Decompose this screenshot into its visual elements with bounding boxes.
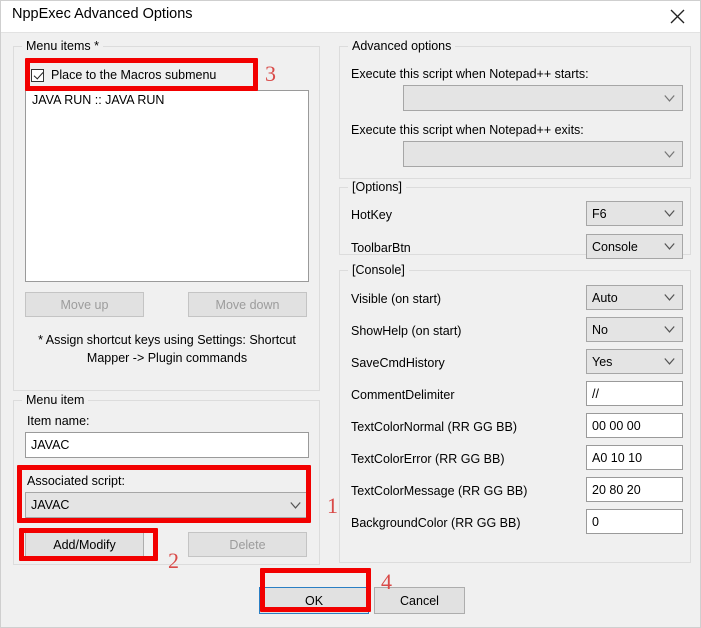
item-name-input[interactable]: JAVAC: [25, 432, 309, 458]
commentdelimiter-input[interactable]: //: [586, 381, 683, 406]
item-name-label: Item name:: [27, 414, 90, 428]
textcolormessage-label: TextColorMessage (RR GG BB): [351, 484, 528, 498]
ok-button-label: OK: [304, 593, 324, 608]
shortcut-hint-line-2: Mapper -> Plugin commands: [86, 351, 248, 365]
showhelp-on-start-combobox[interactable]: No: [586, 317, 683, 342]
menu-item-group-legend: Menu item: [22, 393, 89, 407]
nppexec-advanced-options-dialog: NppExec Advanced Options Menu items * Pl…: [0, 0, 701, 628]
chevron-down-icon: [664, 356, 675, 367]
backgroundcolor-value: 0: [592, 514, 599, 529]
move-down-button-label: Move down: [215, 297, 280, 312]
menu-items-group-legend: Menu items *: [22, 39, 103, 53]
on-start-script-combobox[interactable]: [403, 85, 683, 111]
textcolornormal-input[interactable]: 00 00 00: [586, 413, 683, 438]
ok-button[interactable]: OK: [259, 587, 369, 614]
textcolorerror-value: A0 10 10: [592, 450, 643, 465]
delete-button[interactable]: Delete: [188, 532, 307, 557]
cancel-button-label: Cancel: [400, 593, 439, 608]
add-modify-button[interactable]: Add/Modify: [25, 532, 144, 557]
on-exit-label: Execute this script when Notepad++ exits…: [351, 123, 584, 137]
savecmdhistory-label: SaveCmdHistory: [351, 356, 445, 370]
move-up-button-label: Move up: [60, 297, 109, 312]
console-group-legend: [Console]: [348, 263, 409, 277]
chevron-down-icon: [664, 292, 675, 303]
associated-script-label: Associated script:: [27, 474, 125, 488]
associated-script-combobox[interactable]: JAVAC: [25, 492, 309, 518]
title-bar: NppExec Advanced Options: [1, 1, 700, 32]
textcolorerror-input[interactable]: A0 10 10: [586, 445, 683, 470]
textcolornormal-value: 00 00 00: [592, 418, 641, 433]
on-start-label: Execute this script when Notepad++ start…: [351, 67, 589, 81]
hotkey-combobox[interactable]: F6: [586, 201, 683, 226]
window-title: NppExec Advanced Options: [12, 6, 193, 22]
list-item[interactable]: JAVA RUN :: JAVA RUN: [26, 91, 308, 109]
move-up-button[interactable]: Move up: [25, 292, 144, 317]
textcolorerror-label: TextColorError (RR GG BB): [351, 452, 505, 466]
toolbarbtn-label: ToolbarBtn: [351, 241, 411, 255]
chevron-down-icon: [664, 149, 675, 160]
visible-on-start-value: Auto: [592, 290, 618, 305]
dialog-body: Menu items * Place to the Macros submenu…: [1, 32, 700, 627]
add-modify-button-label: Add/Modify: [53, 537, 116, 552]
chevron-down-icon: [664, 208, 675, 219]
textcolormessage-value: 20 80 20: [592, 482, 641, 497]
savecmdhistory-combobox[interactable]: Yes: [586, 349, 683, 374]
shortcut-hint-line-1: * Assign shortcut keys using Settings: S…: [38, 333, 296, 347]
delete-button-label: Delete: [229, 537, 266, 552]
cancel-button[interactable]: Cancel: [374, 587, 465, 614]
checkbox-indicator-icon: [31, 68, 44, 82]
place-macros-checkbox-label: Place to the Macros submenu: [51, 68, 217, 82]
backgroundcolor-label: BackgroundColor (RR GG BB): [351, 516, 521, 530]
move-down-button[interactable]: Move down: [188, 292, 307, 317]
textcolornormal-label: TextColorNormal (RR GG BB): [351, 420, 517, 434]
chevron-down-icon: [290, 500, 301, 511]
on-exit-script-combobox[interactable]: [403, 141, 683, 167]
hotkey-value: F6: [592, 206, 607, 221]
chevron-down-icon: [664, 324, 675, 335]
commentdelimiter-label: CommentDelimiter: [351, 388, 455, 402]
shortcut-hint: * Assign shortcut keys using Settings: S…: [25, 331, 309, 367]
visible-on-start-combobox[interactable]: Auto: [586, 285, 683, 310]
place-macros-checkbox[interactable]: Place to the Macros submenu: [31, 68, 216, 82]
textcolormessage-input[interactable]: 20 80 20: [586, 477, 683, 502]
menu-items-listbox[interactable]: JAVA RUN :: JAVA RUN: [25, 90, 309, 282]
item-name-input-value: JAVAC: [31, 438, 70, 452]
visible-on-start-label: Visible (on start): [351, 292, 442, 306]
backgroundcolor-input[interactable]: 0: [586, 509, 683, 534]
toolbarbtn-value: Console: [592, 239, 638, 254]
showhelp-on-start-label: ShowHelp (on start): [351, 324, 462, 338]
commentdelimiter-value: //: [592, 386, 599, 401]
close-icon[interactable]: [654, 1, 700, 32]
showhelp-on-start-value: No: [592, 322, 608, 337]
chevron-down-icon: [664, 93, 675, 104]
chevron-down-icon: [664, 241, 675, 252]
toolbarbtn-combobox[interactable]: Console: [586, 234, 683, 259]
hotkey-label: HotKey: [351, 208, 392, 222]
options-group-legend: [Options]: [348, 180, 407, 194]
associated-script-value: JAVAC: [31, 498, 70, 512]
savecmdhistory-value: Yes: [592, 354, 613, 369]
advanced-options-group-legend: Advanced options: [348, 39, 456, 53]
